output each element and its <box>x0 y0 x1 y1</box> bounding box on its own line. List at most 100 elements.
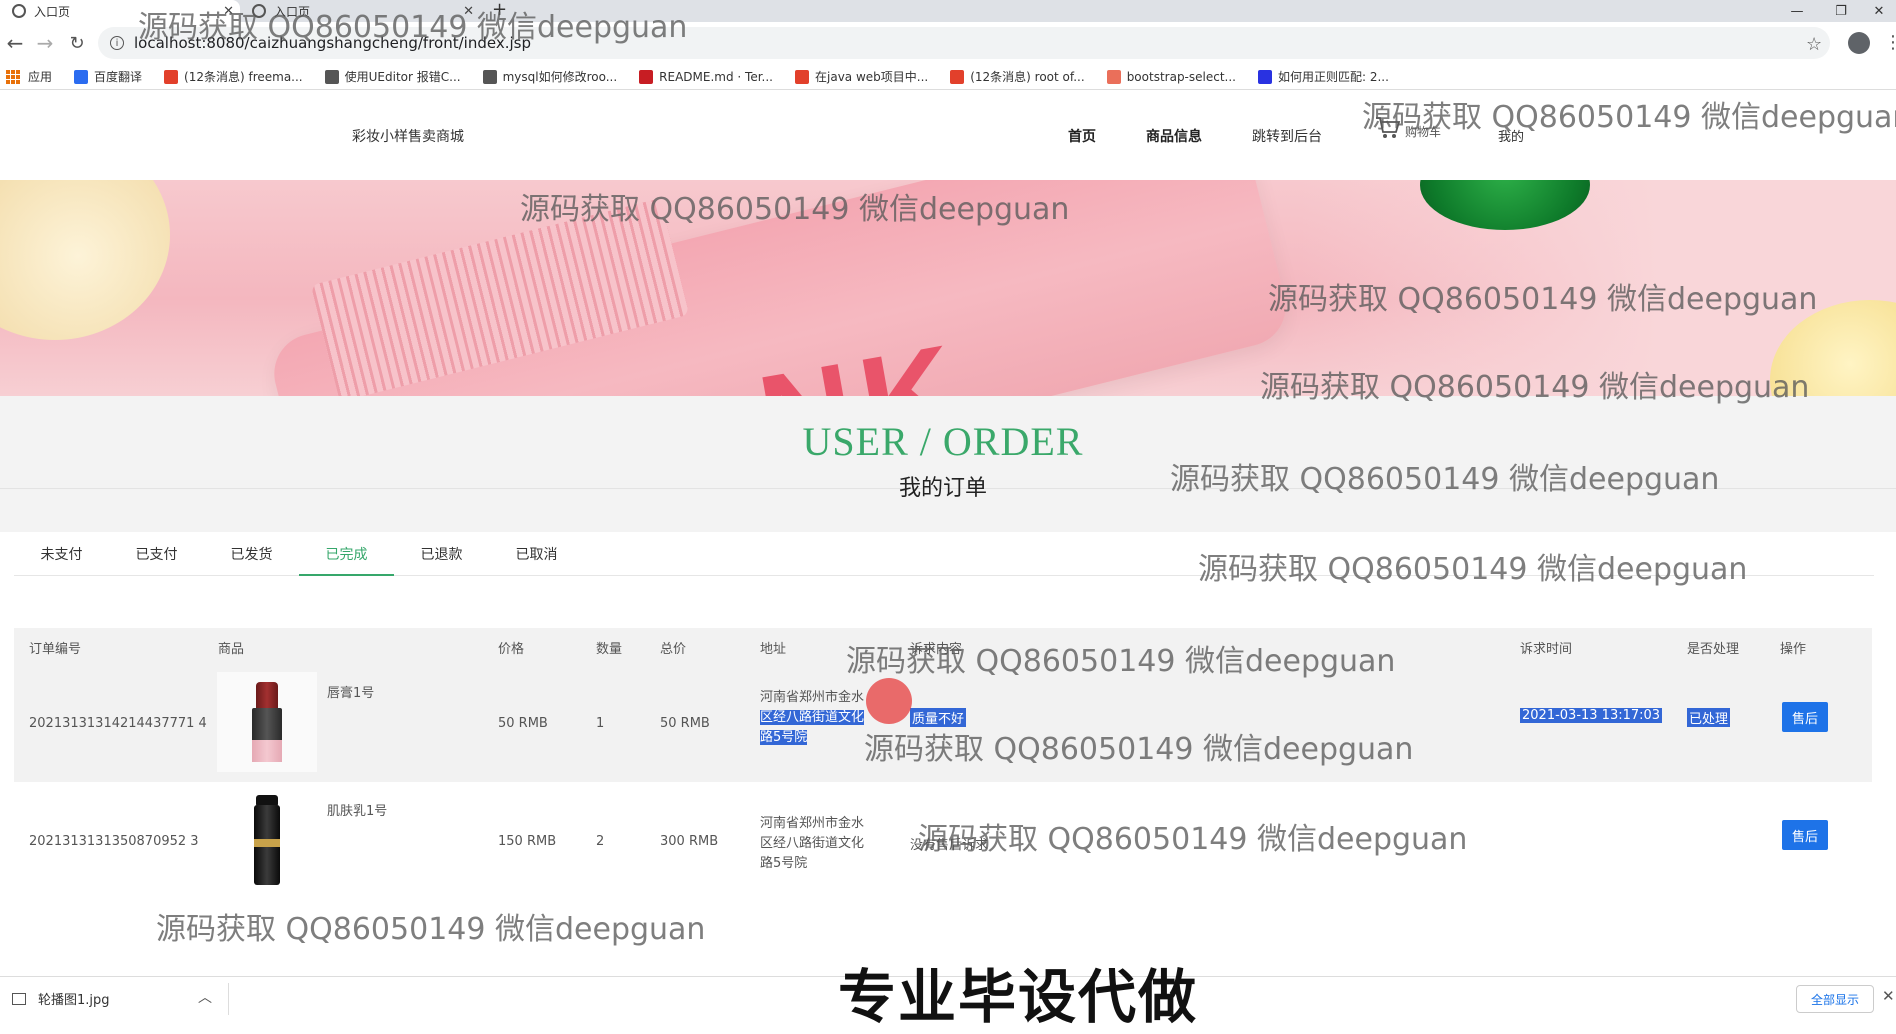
bookmark-item[interactable]: mysql如何修改roo... <box>482 68 618 85</box>
bookmark-label: (12条消息) freema... <box>184 70 303 84</box>
tab-shipped[interactable]: 已发货 <box>204 536 299 576</box>
table-row: 2021313131350870952 3 肌肤乳1号 150 RMB 2 30… <box>14 782 1872 900</box>
section-title-en: USER / ORDER <box>802 419 1084 464</box>
bookmark-label: 使用UEditor 报错C... <box>344 70 461 84</box>
nav-home[interactable]: 首页 <box>1068 126 1096 146</box>
tab-refunded[interactable]: 已退款 <box>394 536 489 576</box>
col-handled: 是否处理 <box>1687 642 1740 657</box>
lipstick-image[interactable] <box>217 672 317 772</box>
bookmark-item[interactable]: README.md · Ter... <box>639 69 773 84</box>
order-no: 2021313131350870952 3 <box>29 834 199 849</box>
tab-title: 入口页 <box>274 4 311 19</box>
after-sale-button[interactable]: 售后 <box>1782 702 1828 732</box>
address-bar-row: ← → ↻ i localhost:8080/caizhuangshangche… <box>0 22 1896 64</box>
serum-image[interactable] <box>217 790 317 890</box>
col-reason: 诉求内容 <box>910 642 963 657</box>
browser-tab-1[interactable]: 入口页 ✕ <box>0 0 240 22</box>
nav-products[interactable]: 商品信息 <box>1146 126 1202 146</box>
bookmark-label: 如何用正则匹配: 2... <box>1277 70 1389 84</box>
after-sale-reason: 没有售后诉求 <box>910 838 989 853</box>
bookmark-label: (12条消息) root of... <box>970 70 1085 84</box>
banner-image: NK <box>0 180 1896 396</box>
translate-icon <box>74 69 89 84</box>
tab-close-icon[interactable]: ✕ <box>463 4 474 19</box>
bookmark-item[interactable]: 如何用正则匹配: 2... <box>1257 68 1389 85</box>
nav-mine[interactable]: 我的 <box>1498 126 1524 145</box>
tab-cancelled[interactable]: 已取消 <box>489 536 584 576</box>
download-filename: 轮播图1.jpg <box>38 993 110 1008</box>
address-line: 区经八路街道文化 <box>760 710 865 725</box>
quantity: 2 <box>596 834 605 849</box>
bookmark-item[interactable]: 使用UEditor 报错C... <box>324 68 461 85</box>
address: 河南省郑州市金水 区经八路街道文化 路5号院 <box>760 814 880 874</box>
request-time: 2021-03-13 13:17:03 <box>1520 708 1663 723</box>
tab-unpaid[interactable]: 未支付 <box>14 536 109 576</box>
bookmark-item[interactable]: (12条消息) freema... <box>164 68 303 85</box>
col-action: 操作 <box>1780 642 1807 657</box>
bookmark-label: 应用 <box>28 70 53 84</box>
image-file-icon <box>12 992 26 1005</box>
new-tab-button[interactable]: + <box>492 0 507 20</box>
bookmark-star-icon[interactable]: ☆ <box>1806 34 1822 55</box>
price: 50 RMB <box>498 716 548 731</box>
csdn-icon <box>795 69 809 84</box>
product-name[interactable]: 唇膏1号 <box>327 682 374 701</box>
forward-arrow-icon[interactable]: → <box>32 30 58 56</box>
col-order-no: 订单编号 <box>29 642 82 657</box>
restore-button[interactable]: ❐ <box>1824 0 1858 22</box>
after-sale-reason: 质量不好 <box>910 708 967 727</box>
bookmark-item[interactable]: 在java web项目中... <box>795 68 928 85</box>
minimize-button[interactable]: — <box>1780 0 1814 22</box>
cart-icon <box>1376 117 1401 138</box>
browser-menu-icon[interactable]: ⋮ <box>1884 32 1896 53</box>
bookmark-label: mysql如何修改roo... <box>502 70 618 84</box>
csdn-icon <box>164 69 179 84</box>
after-sale-button[interactable]: 售后 <box>1782 820 1828 850</box>
col-qty: 数量 <box>596 642 623 657</box>
handled-status: 已处理 <box>1687 708 1731 727</box>
product-name[interactable]: 肌肤乳1号 <box>327 800 387 819</box>
total-price: 300 RMB <box>660 834 719 849</box>
address-line: 路5号院 <box>760 730 808 745</box>
bookmark-item[interactable]: 百度翻译 <box>74 68 142 85</box>
address-line: 河南省郑州市金水 <box>760 816 865 831</box>
back-arrow-icon[interactable]: ← <box>2 30 28 56</box>
address-line: 区经八路街道文化 <box>760 836 865 851</box>
col-total: 总价 <box>660 642 687 657</box>
bookmark-item[interactable]: bootstrap-select... <box>1106 69 1236 84</box>
globe-icon <box>252 4 266 18</box>
blog-icon <box>324 69 339 84</box>
video-caption: 专业毕设代做 <box>838 963 1199 1031</box>
window-close-button[interactable]: ✕ <box>1862 0 1896 22</box>
site-header: 彩妆小样售卖商城 首页 商品信息 跳转到后台 购物车 我的 <box>0 90 1896 180</box>
chevron-up-icon[interactable]: ︿ <box>198 987 212 1007</box>
nav-cart[interactable]: 购物车 <box>1375 116 1441 140</box>
orders-table: 订单编号 商品 价格 数量 总价 地址 诉求内容 诉求时间 是否处理 操作 20… <box>14 628 1872 956</box>
tab-paid[interactable]: 已支付 <box>109 536 204 576</box>
site-title: 彩妆小样售卖商城 <box>352 129 464 145</box>
close-icon[interactable]: ✕ <box>1882 987 1895 1005</box>
baidu-icon <box>1257 69 1272 84</box>
info-icon[interactable]: i <box>110 36 124 50</box>
bookmark-item[interactable]: (12条消息) root of... <box>950 68 1085 85</box>
browser-tab-2[interactable]: 入口页 ✕ <box>240 0 480 22</box>
address: 河南省郑州市金水 区经八路街道文化 路5号院 <box>760 688 880 748</box>
cursor-highlight <box>866 678 912 724</box>
nav-admin[interactable]: 跳转到后台 <box>1252 126 1322 146</box>
bookmark-label: bootstrap-select... <box>1126 69 1236 84</box>
reload-icon[interactable]: ↻ <box>64 30 90 56</box>
col-time: 诉求时间 <box>1520 642 1573 657</box>
table-row: 20213131314214437771 4 唇膏1号 50 RMB 1 50 … <box>14 664 1872 782</box>
profile-avatar-icon[interactable] <box>1848 32 1870 54</box>
url-input[interactable]: i localhost:8080/caizhuangshangcheng/fro… <box>98 27 1830 59</box>
order-status-tabs: 未支付 已支付 已发货 已完成 已退款 已取消 <box>14 536 1874 576</box>
download-item[interactable]: 轮播图1.jpg <box>12 989 110 1008</box>
apps-icon <box>6 69 20 84</box>
tab-completed[interactable]: 已完成 <box>299 536 394 576</box>
show-all-downloads-button[interactable]: 全部显示 <box>1796 985 1874 1013</box>
browser-tab-strip: 入口页 ✕ 入口页 ✕ + — ❐ ✕ <box>0 0 1896 22</box>
csdn-icon <box>950 69 965 84</box>
quantity: 1 <box>596 716 605 731</box>
bookmark-item[interactable]: 应用 <box>6 68 52 85</box>
tab-close-icon[interactable]: ✕ <box>223 4 234 19</box>
